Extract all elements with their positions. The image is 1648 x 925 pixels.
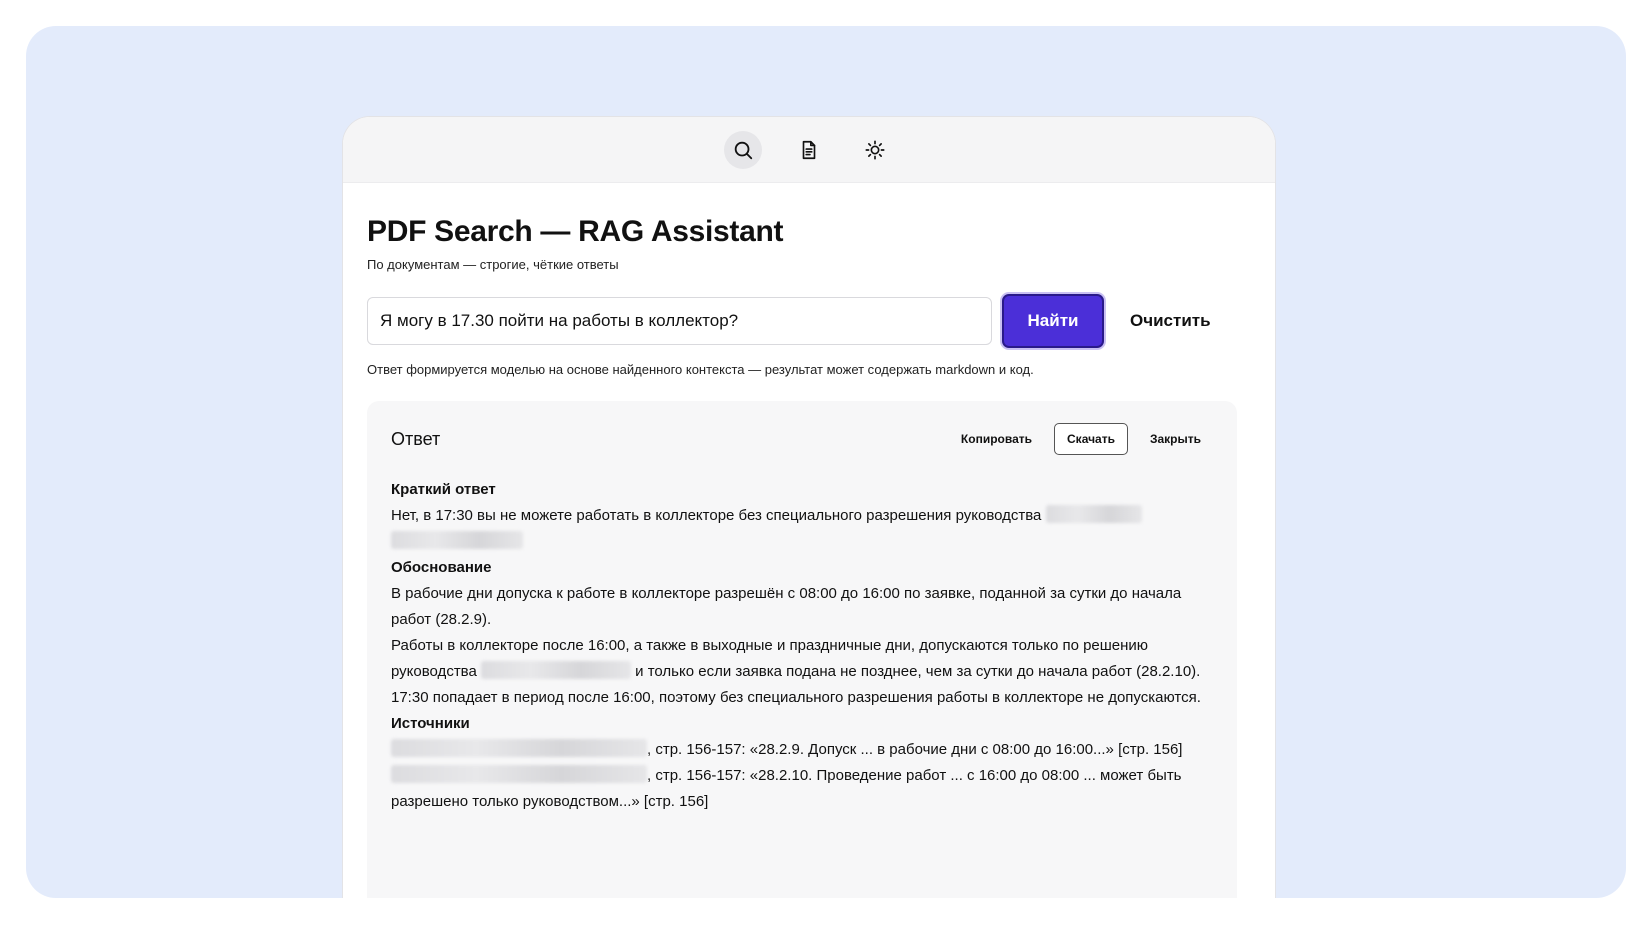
short-answer-sentence: Нет, в 17:30 вы не можете работать в кол…: [391, 507, 1042, 524]
answer-actions: Копировать Скачать Закрыть: [949, 423, 1213, 455]
answer-panel: Ответ Копировать Скачать Закрыть Краткий…: [367, 401, 1237, 898]
copy-button[interactable]: Копировать: [949, 424, 1044, 454]
page-subtitle: По документам — строгие, чёткие ответы: [367, 257, 619, 272]
reasoning-paragraph: В рабочие дни допуска к работе в коллект…: [391, 585, 1182, 628]
app-window: PDF Search — RAG Assistant По документам…: [342, 116, 1276, 898]
find-button[interactable]: Найти: [1002, 294, 1104, 348]
reasoning-heading: Обоснование: [391, 559, 492, 576]
short-answer-text: Нет, в 17:30 вы не можете работать в кол…: [391, 503, 1211, 555]
answer-header: Ответ Копировать Скачать Закрыть: [391, 423, 1213, 455]
top-toolbar: [343, 117, 1275, 183]
answer-title: Ответ: [391, 428, 441, 449]
main-content: PDF Search — RAG Assistant По документам…: [343, 183, 1275, 898]
documents-tab-button[interactable]: [790, 131, 828, 169]
redacted-text: [1045, 505, 1142, 523]
reasoning-paragraph: Работы в коллекторе после 16:00, а также…: [391, 633, 1211, 685]
source-item: , стр. 156-157: «28.2.10. Проведение раб…: [391, 763, 1211, 815]
page-title: PDF Search — RAG Assistant: [367, 215, 784, 248]
reasoning-paragraph: 17:30 попадает в период после 16:00, поэ…: [391, 689, 1201, 706]
theme-toggle-button[interactable]: [856, 131, 894, 169]
clear-button[interactable]: Очистить: [1130, 311, 1211, 331]
answer-body: Краткий ответ Нет, в 17:30 вы не можете …: [391, 477, 1211, 815]
sources-heading: Источники: [391, 715, 470, 732]
page-backdrop: PDF Search — RAG Assistant По документам…: [26, 26, 1626, 898]
search-row: Найти Очистить: [367, 294, 1251, 348]
reasoning-text-part: и только если заявка подана не позднее, …: [635, 663, 1201, 680]
redacted-filename: [391, 739, 647, 757]
redacted-filename: [391, 765, 647, 783]
close-button[interactable]: Закрыть: [1138, 424, 1213, 454]
sun-icon: [865, 139, 885, 160]
source-text: , стр. 156-157: «28.2.9. Допуск ... в ра…: [647, 741, 1183, 758]
search-tab-button[interactable]: [724, 130, 762, 169]
redacted-text: [481, 661, 631, 679]
redacted-text: [391, 531, 523, 549]
search-input[interactable]: [367, 297, 992, 345]
search-icon: [734, 141, 753, 159]
source-item: , стр. 156-157: «28.2.9. Допуск ... в ра…: [391, 737, 1211, 763]
download-button[interactable]: Скачать: [1054, 423, 1128, 455]
document-icon: [802, 140, 816, 159]
short-answer-heading: Краткий ответ: [391, 481, 496, 498]
search-hint: Ответ формируется моделью на основе найд…: [367, 362, 1034, 377]
